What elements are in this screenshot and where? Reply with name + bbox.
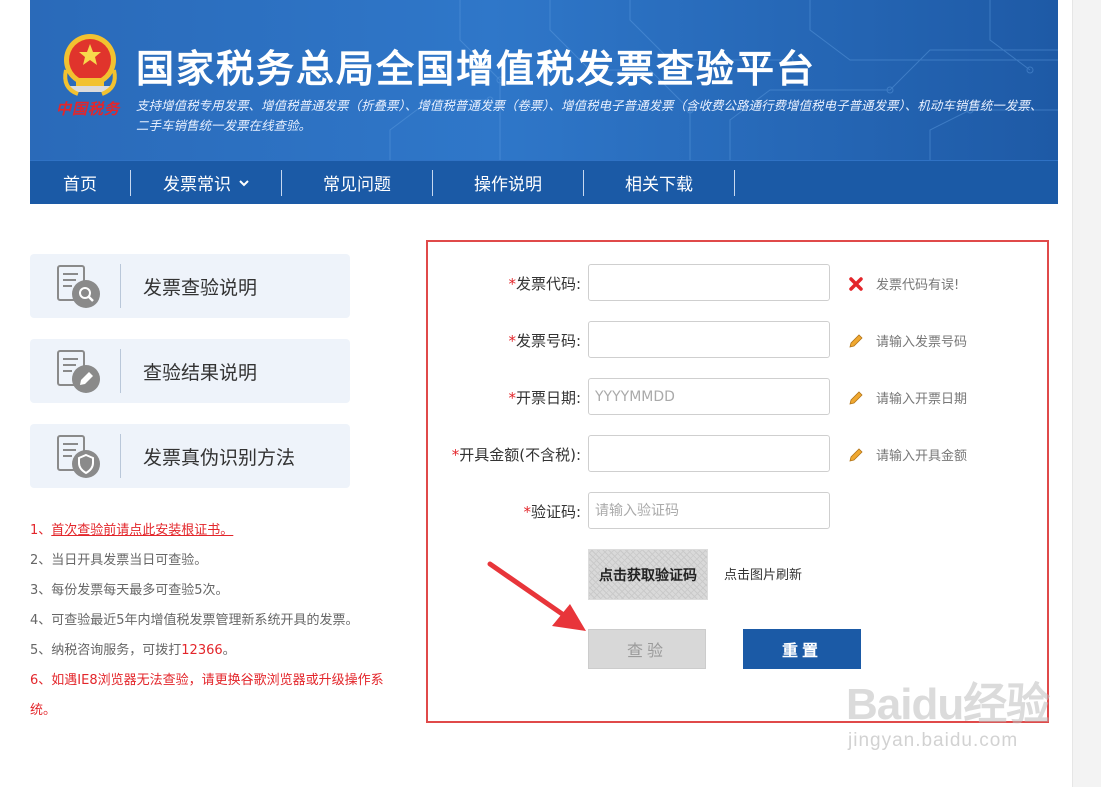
invoice-code-hint: 发票代码有误! xyxy=(848,274,959,293)
row-invoice-number: *发票号码: 请输入发票号码 xyxy=(428,321,1047,359)
note-2: 2、当日开具发票当日可查验。 xyxy=(30,553,208,568)
page-root: 中国税务 国家税务总局全国增值税发票查验平台 支持增值税专用发票、增值税普通发票… xyxy=(0,0,1101,787)
nav-invoice-knowledge-label: 发票常识 xyxy=(163,175,231,195)
invoice-number-hint-text: 请输入发票号码 xyxy=(876,335,968,350)
invoice-check-form: *发票代码: 发票代码有误! *发票号码: 请输入发票号码 *开票日期: YYY… xyxy=(426,240,1049,723)
row-invoice-code: *发票代码: 发票代码有误! xyxy=(428,264,1047,302)
check-button[interactable]: 查验 xyxy=(588,629,706,669)
row-invoice-date: *开票日期: 请输入开票日期 xyxy=(428,378,1047,416)
nav-instructions[interactable]: 操作说明 xyxy=(433,169,584,196)
invoice-amount-label-text: 开具金额(不含税): xyxy=(459,446,581,464)
nav-home[interactable]: 首页 xyxy=(30,169,131,196)
note-1-prefix: 1、 xyxy=(30,523,52,538)
required-star: * xyxy=(508,275,516,293)
required-star: * xyxy=(508,389,516,407)
sidebar-item-check-guide[interactable]: 发票查验说明 xyxy=(30,254,350,318)
sidebar-item-label: 查验结果说明 xyxy=(143,361,258,384)
row-captcha: *验证码: xyxy=(428,492,1047,530)
captcha-label-text: 验证码: xyxy=(530,503,581,521)
invoice-code-hint-text: 发票代码有误! xyxy=(876,278,960,293)
install-root-cert-link[interactable]: 首次查验前请点此安装根证书。 xyxy=(51,523,233,538)
nav-faq[interactable]: 常见问题 xyxy=(282,169,433,196)
window-scrollbar[interactable] xyxy=(1072,0,1101,787)
note-6: 6、如遇IE8浏览器无法查验，请更换谷歌浏览器或升级操作系统。 xyxy=(30,673,384,718)
invoice-number-input[interactable] xyxy=(588,321,830,358)
nav-faq-label: 常见问题 xyxy=(323,175,391,195)
invoice-date-hint-text: 请输入开票日期 xyxy=(876,392,968,407)
doc-edit-icon xyxy=(57,350,100,393)
nav-instructions-label: 操作说明 xyxy=(474,175,542,195)
invoice-amount-hint-text: 请输入开具金额 xyxy=(876,449,968,464)
sidebar-separator xyxy=(120,264,121,308)
required-star: * xyxy=(508,332,516,350)
emblem-caption: 中国税务 xyxy=(56,100,121,118)
pencil-icon xyxy=(849,447,863,462)
nav-downloads-label: 相关下载 xyxy=(625,175,693,195)
sidebar-item-authenticity-guide[interactable]: 发票真伪识别方法 xyxy=(30,424,350,488)
invoice-amount-hint: 请输入开具金额 xyxy=(848,445,967,464)
note-1: 1、首次查验前请点此安装根证书。 xyxy=(30,516,390,546)
tax-emblem-icon xyxy=(63,34,117,96)
sidebar-item-label: 发票查验说明 xyxy=(143,276,258,299)
pencil-icon xyxy=(849,333,863,348)
invoice-number-hint: 请输入发票号码 xyxy=(848,331,967,350)
row-invoice-amount: *开具金额(不含税): 请输入开具金额 xyxy=(428,435,1047,473)
invoice-amount-label: *开具金额(不含税): xyxy=(452,444,581,465)
site-title: 国家税务总局全国增值税发票查验平台 xyxy=(136,47,817,91)
invoice-code-input[interactable] xyxy=(588,264,830,301)
invoice-date-hint: 请输入开票日期 xyxy=(848,388,967,407)
main-nav: 首页 发票常识 常见问题 操作说明 相关下载 xyxy=(30,160,1058,204)
annotation-arrow-icon xyxy=(487,561,586,631)
pencil-icon xyxy=(849,390,863,405)
invoice-date-label-text: 开票日期: xyxy=(515,389,581,407)
doc-shield-icon xyxy=(57,435,100,478)
captcha-image[interactable]: 点击获取验证码 xyxy=(588,549,708,600)
sidebar-separator xyxy=(120,349,121,393)
nav-home-label: 首页 xyxy=(63,175,97,195)
note-3: 3、每份发票每天最多可查验5次。 xyxy=(30,583,229,598)
sidebar-item-result-guide[interactable]: 查验结果说明 xyxy=(30,339,350,403)
reset-button[interactable]: 重置 xyxy=(743,629,861,669)
site-subtitle: 支持增值税专用发票、增值税普通发票（折叠票）、增值税普通发票（卷票）、增值税电子… xyxy=(136,98,1043,133)
invoice-number-label: *发票号码: xyxy=(508,330,581,351)
sidebar-item-label: 发票真伪识别方法 xyxy=(143,446,296,469)
note-5-prefix: 5、纳税咨询服务，可拨打 xyxy=(30,643,182,658)
invoice-number-label-text: 发票号码: xyxy=(515,332,581,350)
invoice-code-label-text: 发票代码: xyxy=(515,275,581,293)
captcha-label: *验证码: xyxy=(523,501,581,522)
nav-downloads[interactable]: 相关下载 xyxy=(584,169,735,196)
header-banner: 中国税务 国家税务总局全国增值税发票查验平台 支持增值税专用发票、增值税普通发票… xyxy=(30,0,1058,160)
note-5-suffix: 。 xyxy=(222,643,236,658)
captcha-refresh-tip: 点击图片刷新 xyxy=(724,568,803,583)
note-5: 5、纳税咨询服务，可拨打12366。 xyxy=(30,636,390,666)
invoice-date-label: *开票日期: xyxy=(508,387,581,408)
invoice-date-input[interactable] xyxy=(588,378,830,415)
notes-list: 1、首次查验前请点此安装根证书。 2、当日开具发票当日可查验。 3、每份发票每天… xyxy=(30,516,390,726)
nav-invoice-knowledge[interactable]: 发票常识 xyxy=(131,169,282,196)
error-x-icon xyxy=(849,276,863,291)
captcha-input[interactable] xyxy=(588,492,830,529)
doc-search-icon xyxy=(57,265,100,308)
chevron-down-icon xyxy=(239,179,249,186)
invoice-code-label: *发票代码: xyxy=(508,273,581,294)
invoice-amount-input[interactable] xyxy=(588,435,830,472)
watermark-url: jingyan.baidu.com xyxy=(848,730,1019,751)
hotline-number: 12366 xyxy=(181,643,223,658)
note-4: 4、可查验最近5年内增值税发票管理新系统开具的发票。 xyxy=(30,613,359,628)
required-star: * xyxy=(523,503,531,521)
sidebar-separator xyxy=(120,434,121,478)
